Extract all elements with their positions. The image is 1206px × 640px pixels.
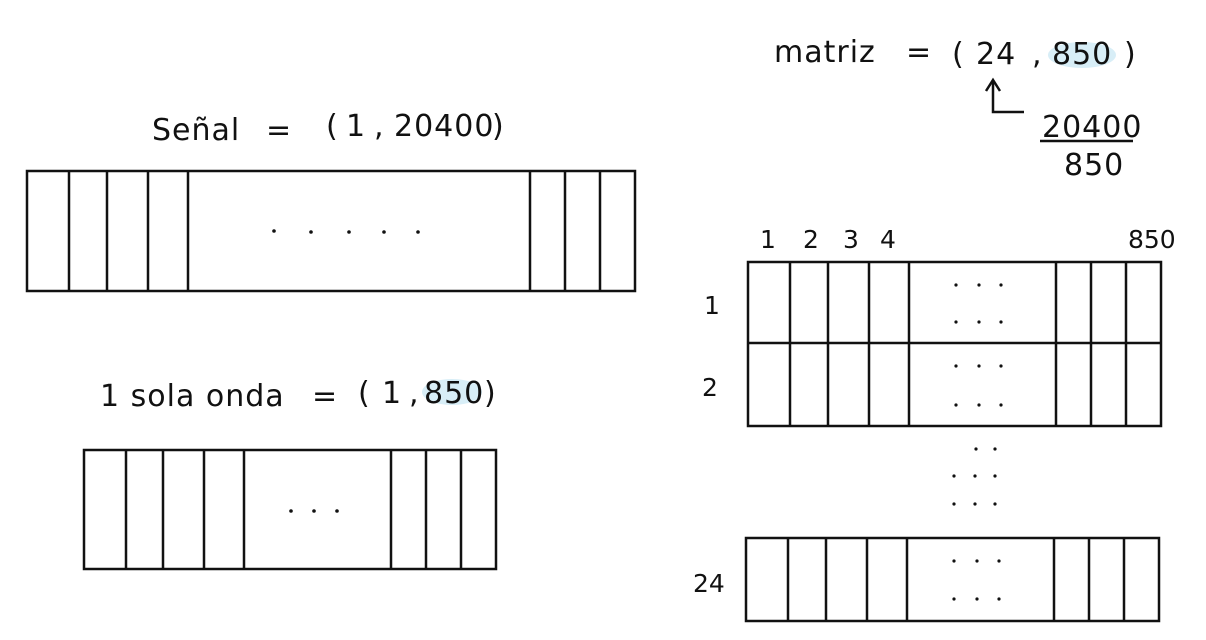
- signal-comma: ,: [374, 109, 385, 144]
- matrix-open-paren: (: [952, 37, 965, 72]
- row-label: 1: [704, 291, 720, 320]
- matrix-row-labels: 1 2 24: [693, 291, 725, 598]
- column-label: 850: [1128, 225, 1176, 254]
- column-label: 2: [803, 225, 819, 254]
- matrix-row-ellipsis: [954, 283, 1003, 407]
- matrix-bottom-ellipsis: [952, 559, 1001, 601]
- single-wave-equals: =: [312, 379, 338, 414]
- signal-label: Señal = ( 1 , 20400 ): [152, 109, 505, 148]
- matrix-name: matriz: [774, 35, 876, 70]
- signal-close-paren: ): [492, 109, 505, 144]
- row-label: 24: [693, 569, 725, 598]
- single-wave-close-paren: ): [484, 376, 497, 411]
- column-label: 4: [880, 225, 896, 254]
- signal-array-border: [25, 169, 637, 293]
- matrix-equals: =: [906, 35, 932, 70]
- matrix-label: matriz = ( 24 , 850 ): [774, 35, 1137, 72]
- single-wave-open-paren: (: [358, 376, 371, 411]
- single-wave-one: 1: [382, 376, 402, 411]
- single-wave-array-border: [82, 448, 498, 571]
- signal-length: 20400: [394, 109, 494, 144]
- signal-open-paren: (: [326, 109, 339, 144]
- matrix-close-paren: ): [1124, 37, 1137, 72]
- matrix-column-labels: 1 2 3 4 850: [760, 225, 1176, 254]
- matrix-comma: ,: [1032, 37, 1043, 72]
- matrix-vertical-ellipsis: [952, 447, 997, 506]
- matrix-cols: 850: [1052, 37, 1112, 72]
- single-wave-length: 850: [424, 376, 484, 411]
- matrix-bottom-border: [744, 536, 1161, 623]
- fraction-denominator: 850: [1064, 148, 1124, 183]
- row-label: 2: [702, 373, 718, 402]
- signal-equals: =: [266, 113, 292, 148]
- column-label: 3: [843, 225, 859, 254]
- single-wave-comma: ,: [409, 376, 420, 411]
- diagram-canvas: Señal = ( 1 , 20400 ) 1 sola onda = ( 1 …: [25, 35, 1176, 623]
- matrix-bottom-block: [744, 536, 1161, 623]
- column-label: 1: [760, 225, 776, 254]
- single-wave-ellipsis: [289, 509, 339, 513]
- signal-name: Señal: [152, 113, 240, 148]
- single-wave-array: [82, 448, 498, 571]
- signal-one: 1: [346, 109, 366, 144]
- matrix-top-block: [746, 260, 1163, 428]
- single-wave-name: 1 sola onda: [100, 379, 285, 414]
- matrix-arrow: [984, 77, 1024, 114]
- signal-ellipsis: [272, 229, 420, 234]
- matrix-rows: 24: [976, 37, 1016, 72]
- single-wave-label: 1 sola onda = ( 1 , 850 ): [100, 376, 497, 414]
- signal-array: [25, 169, 637, 293]
- matrix-fraction: 20400 850: [1040, 110, 1141, 183]
